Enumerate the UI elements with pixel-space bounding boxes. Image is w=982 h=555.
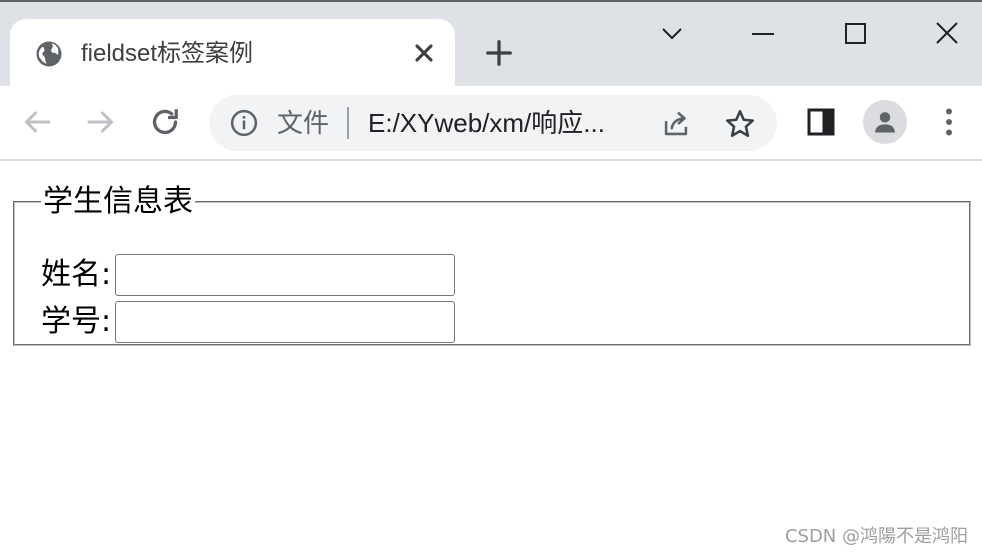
maximize-icon[interactable] [835, 14, 875, 54]
side-panel-icon[interactable] [803, 104, 839, 140]
profile-avatar[interactable] [863, 100, 907, 144]
tab-title: fieldset标签案例 [81, 40, 254, 67]
student-id-input[interactable] [115, 301, 455, 343]
close-window-icon[interactable] [927, 14, 967, 54]
security-label: 文件 [277, 108, 330, 138]
name-label: 姓名: [41, 257, 112, 292]
chevron-down-icon[interactable] [652, 14, 692, 54]
browser-toolbar: 文件 E:/XYweb/xm/响应... [0, 86, 982, 161]
watermark-text: CSDN @鸿陽不是鸿阳 [784, 526, 968, 547]
reload-icon[interactable] [147, 104, 183, 140]
share-icon[interactable] [659, 107, 693, 141]
address-bar[interactable]: 文件 E:/XYweb/xm/响应... [209, 95, 777, 151]
url-text[interactable]: E:/XYweb/xm/响应... [368, 105, 658, 141]
new-tab-icon[interactable] [484, 38, 514, 68]
student-info-fieldset: 学生信息表 姓名: 学号: [13, 185, 971, 346]
bookmark-star-icon[interactable] [723, 107, 757, 141]
info-icon[interactable] [229, 108, 259, 138]
name-input[interactable] [115, 254, 455, 296]
fieldset-legend: 学生信息表 [43, 184, 193, 219]
browser-tab[interactable]: fieldset标签案例 [10, 19, 455, 88]
minimize-icon[interactable] [743, 14, 783, 54]
back-arrow-icon[interactable] [19, 104, 55, 140]
tab-strip: fieldset标签案例 [0, 0, 982, 88]
person-icon [875, 112, 895, 133]
globe-icon [36, 41, 62, 67]
omnibox-divider [347, 107, 349, 139]
page-content: 学生信息表 姓名: 学号: [0, 161, 982, 555]
more-menu-icon[interactable] [931, 104, 967, 140]
student-id-label: 学号: [41, 304, 112, 339]
close-tab-icon[interactable] [410, 39, 438, 67]
forward-arrow-icon[interactable] [83, 104, 119, 140]
